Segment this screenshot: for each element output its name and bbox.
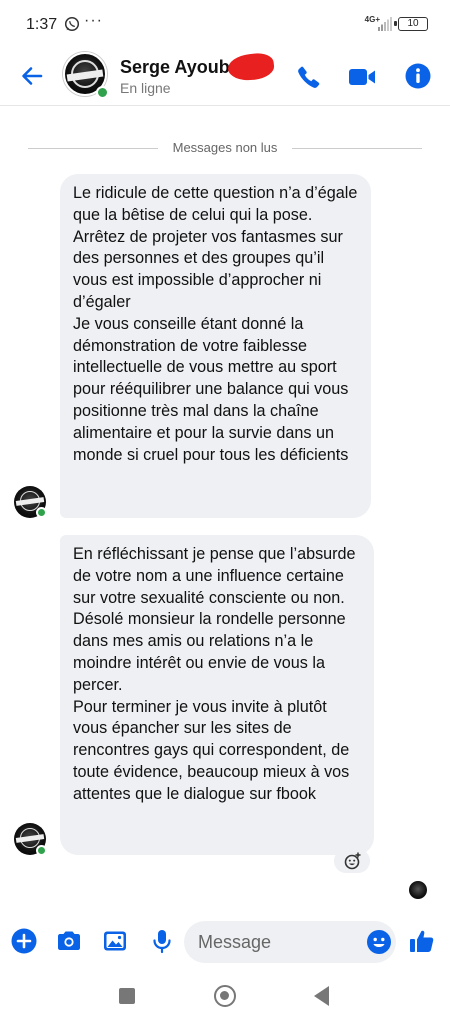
online-indicator: [96, 86, 109, 99]
add-reaction-icon: [344, 852, 361, 870]
thumbs-up-icon[interactable]: [408, 927, 436, 955]
whatsapp-notification-icon: [64, 16, 80, 32]
smiley-icon[interactable]: [366, 929, 392, 955]
message-bubble[interactable]: Le ridicule de cette question n’a d’égal…: [60, 174, 371, 518]
redaction-mark: [226, 51, 276, 83]
battery-icon: 10: [394, 17, 428, 31]
online-indicator: [36, 845, 47, 856]
microphone-icon[interactable]: [148, 927, 176, 955]
home-icon[interactable]: [214, 985, 236, 1007]
online-indicator: [36, 507, 47, 518]
read-receipt-avatar: [409, 881, 427, 899]
system-nav-bar: [0, 970, 450, 1024]
unread-divider: Messages non lus: [28, 140, 422, 156]
add-reaction-button[interactable]: [334, 849, 370, 873]
composer-bar: [0, 915, 450, 967]
video-camera-icon[interactable]: [348, 65, 376, 89]
recent-apps-icon[interactable]: [119, 988, 135, 1004]
contact-name[interactable]: Serge Ayoub: [120, 57, 230, 78]
back-arrow-icon[interactable]: [18, 62, 46, 90]
chat-header: Serge Ayoub En ligne: [0, 48, 450, 106]
status-bar: 1:37 ··· 4G+ 10: [0, 0, 450, 50]
status-time: 1:37: [26, 16, 58, 33]
contact-status: En ligne: [120, 80, 171, 96]
notification-overflow-icon: ···: [84, 12, 103, 29]
signal-icon: [378, 17, 392, 31]
image-icon[interactable]: [101, 927, 129, 955]
info-icon[interactable]: [404, 62, 432, 90]
plus-circle-icon[interactable]: [10, 927, 38, 955]
message-bubble[interactable]: En réfléchissant je pense que l’absurde …: [60, 535, 374, 855]
phone-icon[interactable]: [296, 64, 322, 90]
nav-back-icon[interactable]: [314, 986, 329, 1006]
message-input[interactable]: [184, 921, 396, 963]
camera-icon[interactable]: [55, 927, 83, 955]
